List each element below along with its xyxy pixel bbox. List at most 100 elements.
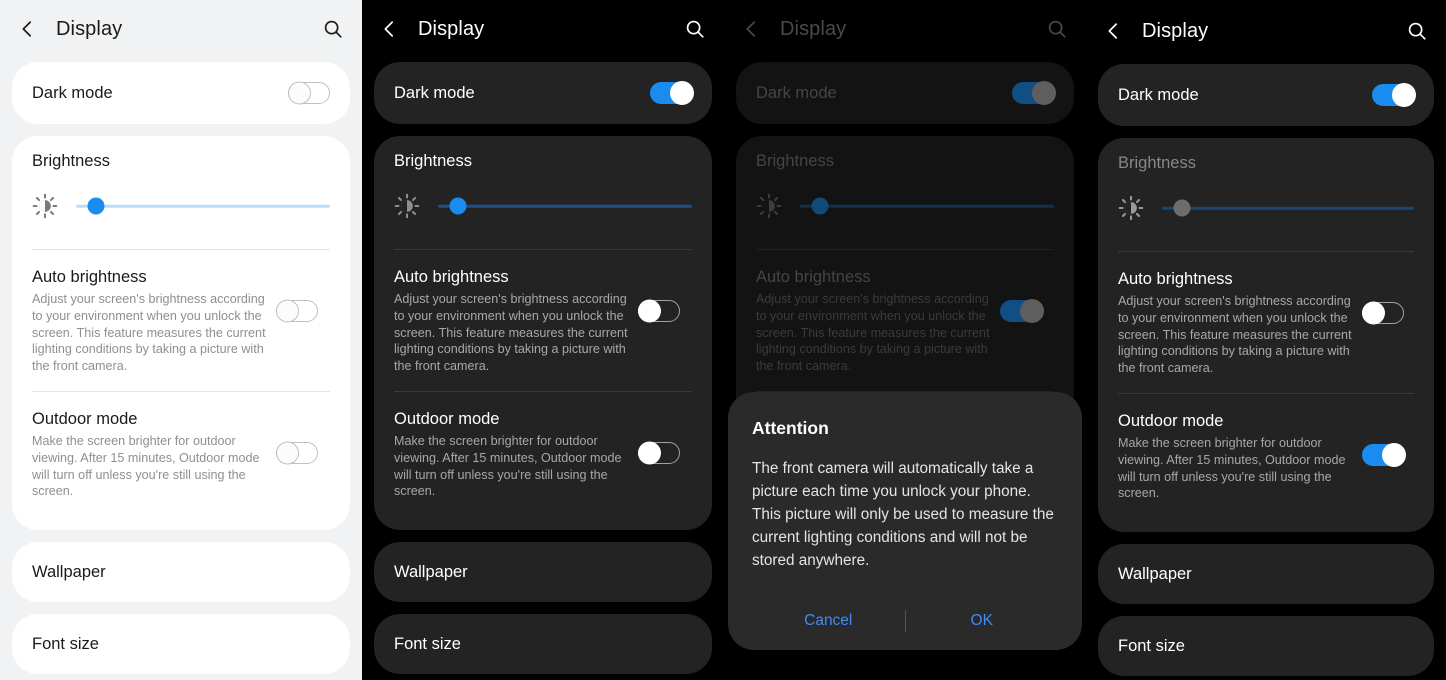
slider-track xyxy=(438,204,692,208)
search-icon[interactable] xyxy=(684,18,706,40)
brightness-sun-icon xyxy=(32,193,58,219)
page-title: Display xyxy=(780,17,847,40)
toggle-knob xyxy=(1032,81,1056,105)
brightness-slider-row[interactable] xyxy=(374,193,712,219)
dialog-title: Attention xyxy=(752,418,829,438)
setting-row-auto-brightness[interactable]: Auto brightness Adjust your screen's bri… xyxy=(1098,252,1434,393)
dark-mode-toggle[interactable] xyxy=(288,81,330,105)
slider-track xyxy=(76,204,330,208)
auto-brightness-toggle-cell[interactable] xyxy=(630,268,680,354)
wallpaper-card[interactable]: Wallpaper xyxy=(374,542,712,603)
slider-knob[interactable] xyxy=(449,197,467,215)
auto-brightness-desc: Adjust your screen's brightness accordin… xyxy=(756,292,990,374)
ok-button[interactable]: OK xyxy=(906,612,1059,630)
chevron-left-icon[interactable] xyxy=(16,18,38,40)
setting-row-auto-brightness[interactable]: Auto brightness Adjust your screen's bri… xyxy=(374,250,712,391)
outdoor-mode-desc: Make the screen brighter for outdoor vie… xyxy=(394,433,622,499)
dark-mode-card: Dark mode xyxy=(12,62,350,124)
dark-mode-toggle xyxy=(1012,81,1056,105)
chevron-left-icon[interactable] xyxy=(378,18,400,40)
wallpaper-card[interactable]: Wallpaper xyxy=(12,542,350,603)
setting-row-outdoor-mode[interactable]: Outdoor mode Make the screen brighter fo… xyxy=(1098,394,1434,518)
toggle-knob xyxy=(1392,83,1416,107)
brightness-label: Brightness xyxy=(1118,154,1196,172)
brightness-slider[interactable] xyxy=(438,193,692,219)
chevron-left-icon xyxy=(740,18,762,40)
brightness-label: Brightness xyxy=(756,152,834,170)
setting-row-auto-brightness[interactable]: Auto brightness Adjust your screen's bri… xyxy=(12,250,350,391)
panel-outdoor-mode-enabled: Display Dark mode Brightness Auto bright… xyxy=(1086,0,1446,680)
outdoor-mode-toggle[interactable] xyxy=(276,441,318,465)
dark-mode-label: Dark mode xyxy=(756,83,837,102)
outdoor-mode-toggle[interactable] xyxy=(1362,442,1406,467)
outdoor-mode-toggle-cell[interactable] xyxy=(268,410,318,496)
auto-brightness-toggle-cell[interactable] xyxy=(268,268,318,354)
setting-row-font-size[interactable]: Font size xyxy=(12,614,350,674)
auto-brightness-toggle[interactable] xyxy=(276,299,318,323)
toggle-knob xyxy=(638,441,661,465)
panel-dark-enabled: Display Dark mode Brightness Auto bright… xyxy=(362,0,724,680)
setting-row-dark-mode[interactable]: Dark mode xyxy=(12,62,350,124)
app-header: Display xyxy=(0,0,362,58)
brightness-slider-row[interactable] xyxy=(12,193,350,219)
brightness-slider xyxy=(800,193,1054,219)
cancel-button[interactable]: Cancel xyxy=(752,612,905,630)
setting-row-auto-brightness: Auto brightness Adjust your screen's bri… xyxy=(736,250,1074,391)
dark-mode-card: Dark mode xyxy=(736,62,1074,124)
slider-knob[interactable] xyxy=(87,197,105,215)
auto-brightness-desc: Adjust your screen's brightness accordin… xyxy=(1118,294,1352,376)
page-title: Display xyxy=(1142,19,1209,42)
outdoor-mode-toggle-cell[interactable] xyxy=(1354,412,1406,498)
slider-knob xyxy=(811,197,829,215)
auto-brightness-toggle-cell[interactable] xyxy=(1354,270,1404,356)
wallpaper-card[interactable]: Wallpaper xyxy=(1098,544,1434,605)
dark-mode-toggle[interactable] xyxy=(650,81,694,105)
auto-brightness-toggle[interactable] xyxy=(1362,301,1404,325)
outdoor-mode-title: Outdoor mode xyxy=(394,409,500,428)
toggle-knob xyxy=(1020,299,1044,323)
font-size-label: Font size xyxy=(32,634,99,653)
slider-knob xyxy=(1173,199,1191,217)
toggle-knob xyxy=(276,299,299,323)
brightness-sun-icon xyxy=(394,193,420,219)
panel-light-default: Display Dark mode Brightness Auto bright… xyxy=(0,0,362,680)
outdoor-mode-toggle-cell[interactable] xyxy=(630,410,680,496)
font-size-label: Font size xyxy=(1118,636,1185,655)
chevron-left-icon[interactable] xyxy=(1102,20,1124,42)
font-size-card[interactable]: Font size xyxy=(12,614,350,675)
setting-row-outdoor-mode[interactable]: Outdoor mode Make the screen brighter fo… xyxy=(12,392,350,516)
setting-row-wallpaper[interactable]: Wallpaper xyxy=(12,542,350,602)
setting-row-font-size[interactable]: Font size xyxy=(374,614,712,674)
auto-brightness-desc: Adjust your screen's brightness accordin… xyxy=(394,292,628,374)
setting-row-font-size[interactable]: Font size xyxy=(1098,616,1434,676)
auto-brightness-toggle[interactable] xyxy=(638,299,680,323)
search-icon[interactable] xyxy=(1406,20,1428,42)
toggle-knob xyxy=(288,81,311,105)
auto-brightness-title: Auto brightness xyxy=(394,268,509,286)
brightness-slider[interactable] xyxy=(76,193,330,219)
setting-row-outdoor-mode[interactable]: Outdoor mode Make the screen brighter fo… xyxy=(374,392,712,516)
wallpaper-label: Wallpaper xyxy=(394,562,468,581)
screenshot-strip: Display Dark mode Brightness Auto bright… xyxy=(0,0,1446,680)
brightness-card: Brightness Auto brightness Adjust your s… xyxy=(1098,138,1434,533)
auto-brightness-title: Auto brightness xyxy=(32,268,147,286)
dark-mode-card: Dark mode xyxy=(1098,64,1434,126)
dark-mode-toggle-cell[interactable] xyxy=(1364,83,1416,107)
slider-track xyxy=(800,204,1054,208)
setting-row-wallpaper[interactable]: Wallpaper xyxy=(1098,544,1434,604)
font-size-card[interactable]: Font size xyxy=(1098,616,1434,677)
setting-row-wallpaper[interactable]: Wallpaper xyxy=(374,542,712,602)
auto-brightness-title: Auto brightness xyxy=(756,268,871,286)
setting-row-dark-mode[interactable]: Dark mode xyxy=(1098,64,1434,126)
search-icon[interactable] xyxy=(322,18,344,40)
outdoor-mode-toggle[interactable] xyxy=(638,441,680,465)
setting-row-dark-mode[interactable]: Dark mode xyxy=(374,62,712,124)
dark-mode-toggle[interactable] xyxy=(1372,83,1416,107)
font-size-card[interactable]: Font size xyxy=(374,614,712,675)
setting-row-dark-mode: Dark mode xyxy=(736,62,1074,124)
dark-mode-toggle-cell[interactable] xyxy=(642,81,694,105)
brightness-label: Brightness xyxy=(394,152,472,170)
dark-mode-label: Dark mode xyxy=(1118,85,1199,104)
dark-mode-toggle-cell[interactable] xyxy=(280,81,330,105)
dark-mode-toggle-cell xyxy=(1004,81,1056,105)
